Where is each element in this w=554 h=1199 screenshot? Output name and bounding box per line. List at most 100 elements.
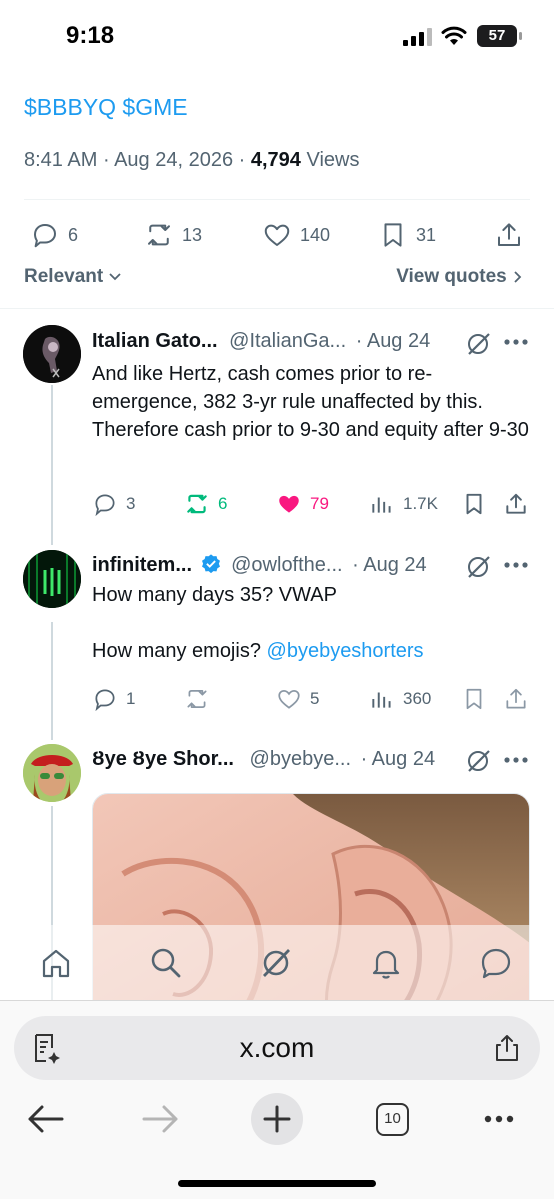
share-button[interactable]: [494, 216, 524, 254]
views-count: 360: [403, 689, 432, 708]
status-time: 9:18: [66, 22, 115, 49]
search-icon[interactable]: [148, 945, 184, 981]
more-icon[interactable]: [503, 756, 529, 764]
tabs-count: 10: [384, 1110, 401, 1127]
thread-line: [51, 622, 53, 740]
repost-button[interactable]: 13: [144, 216, 202, 254]
grok-icon[interactable]: [258, 945, 294, 981]
address-bar[interactable]: x.com: [14, 1016, 540, 1080]
bookmark-icon: [466, 688, 482, 710]
like-count: 140: [300, 224, 331, 245]
tweet-time[interactable]: 8:41 AM: [24, 149, 97, 171]
status-bar: 9:18 57: [0, 0, 554, 70]
home-icon[interactable]: [38, 945, 74, 981]
grok-icon[interactable]: [464, 330, 492, 358]
thread-line: [51, 385, 53, 545]
repost-button[interactable]: [184, 684, 218, 714]
share-icon: [506, 688, 526, 709]
like-button[interactable]: 5: [276, 684, 319, 714]
reply-actions: 3 6 79 1.7K: [0, 489, 554, 519]
more-icon[interactable]: [478, 1095, 526, 1143]
repost-icon: [187, 690, 207, 708]
reply-count: 1: [126, 689, 136, 708]
reply-text: And like Hertz, cash comes prior to re-e…: [92, 363, 529, 441]
battery-icon: 57: [477, 25, 517, 47]
share-icon: [498, 223, 520, 246]
author-name[interactable]: infinitem...: [92, 554, 192, 576]
reply-icon: [95, 689, 115, 712]
bookmark-button[interactable]: 31: [378, 216, 436, 254]
author-handle[interactable]: @owlofthe...: [231, 554, 342, 576]
sort-dropdown[interactable]: Relevant: [24, 266, 122, 288]
tweet-meta: 8:41 AM · Aug 24, 2026 · 4,794 Views: [24, 149, 360, 171]
bottom-tab-bar: [0, 925, 554, 1000]
avatar[interactable]: [23, 744, 81, 802]
bookmark-button[interactable]: [461, 489, 487, 519]
wifi-icon: [441, 26, 467, 45]
like-count: 5: [310, 689, 320, 708]
bookmark-icon: [466, 493, 482, 515]
reply-text: How many days 35? VWAP How many emojis? …: [92, 581, 537, 665]
chevron-right-icon: [514, 271, 522, 283]
reply-button[interactable]: 1: [92, 684, 135, 714]
reply-count: 6: [68, 224, 79, 245]
bookmark-button[interactable]: [461, 684, 487, 714]
repost-count: 6: [218, 494, 228, 513]
back-arrow-icon[interactable]: [22, 1095, 70, 1143]
author-handle[interactable]: @ItalianGa...: [229, 330, 346, 352]
reply-date[interactable]: · Aug 24: [356, 330, 431, 352]
share-button[interactable]: [503, 684, 529, 714]
share-button[interactable]: [503, 489, 529, 519]
browser-toolbar: x.com 10: [0, 1000, 554, 1199]
reply-button[interactable]: 3: [92, 489, 135, 519]
author-name[interactable]: Ȣye Ȣye Shor...: [92, 748, 234, 770]
repost-count: 13: [182, 224, 203, 245]
new-tab-button[interactable]: [251, 1093, 303, 1145]
bell-icon[interactable]: [368, 945, 404, 981]
repost-icon: [187, 494, 207, 514]
views-icon: [372, 692, 391, 708]
share-icon[interactable]: [494, 1033, 520, 1063]
views-button[interactable]: 360: [369, 684, 431, 714]
url-text[interactable]: x.com: [14, 1032, 540, 1064]
mention-link[interactable]: @byebyeshorters: [267, 640, 424, 662]
sort-label: Relevant: [24, 266, 104, 287]
author-name[interactable]: Italian Gato...: [92, 330, 218, 352]
tweet-views-count: 4,794: [250, 149, 301, 171]
more-icon[interactable]: [503, 338, 529, 346]
reply-text-line: How many days 35? VWAP: [92, 584, 337, 606]
battery-tip: [519, 32, 522, 40]
avatar-image: [23, 325, 81, 383]
grok-icon[interactable]: [464, 553, 492, 581]
like-count: 79: [310, 494, 329, 513]
grok-icon[interactable]: [464, 747, 492, 775]
like-button[interactable]: 79: [276, 489, 329, 519]
home-indicator: [178, 1180, 376, 1187]
bookmark-icon: [384, 223, 402, 247]
view-quotes-link[interactable]: View quotes: [396, 266, 524, 288]
views-button[interactable]: 1.7K: [369, 489, 438, 519]
messages-icon[interactable]: [478, 945, 514, 981]
cellular-signal-icon: [403, 28, 432, 46]
author-handle[interactable]: @byebye...: [250, 748, 351, 770]
divider: [0, 308, 554, 309]
repost-button[interactable]: 6: [184, 489, 227, 519]
forward-arrow-icon[interactable]: [136, 1095, 184, 1143]
avatar[interactable]: [23, 325, 81, 383]
view-quotes-label: View quotes: [396, 266, 507, 287]
avatar[interactable]: [23, 550, 81, 608]
reply-date[interactable]: · Aug 24: [352, 554, 427, 576]
plus-icon: [263, 1105, 291, 1133]
reply-text-line: How many emojis? @byebyeshorters: [92, 637, 537, 665]
like-button[interactable]: 140: [262, 216, 330, 254]
reply-button[interactable]: 6: [30, 216, 78, 254]
tweet-text[interactable]: $BBBYQ $GME: [24, 94, 188, 121]
reply-date[interactable]: · Aug 24: [361, 748, 436, 770]
heart-icon: [264, 224, 290, 246]
tweet-date[interactable]: Aug 24, 2026: [114, 149, 233, 171]
reply-actions: 1 5 360: [0, 684, 554, 714]
chevron-down-icon: [109, 273, 122, 281]
tweet-actions: 6 13 140 31: [0, 216, 554, 254]
more-icon[interactable]: [503, 561, 529, 569]
tabs-button[interactable]: 10: [376, 1103, 409, 1136]
